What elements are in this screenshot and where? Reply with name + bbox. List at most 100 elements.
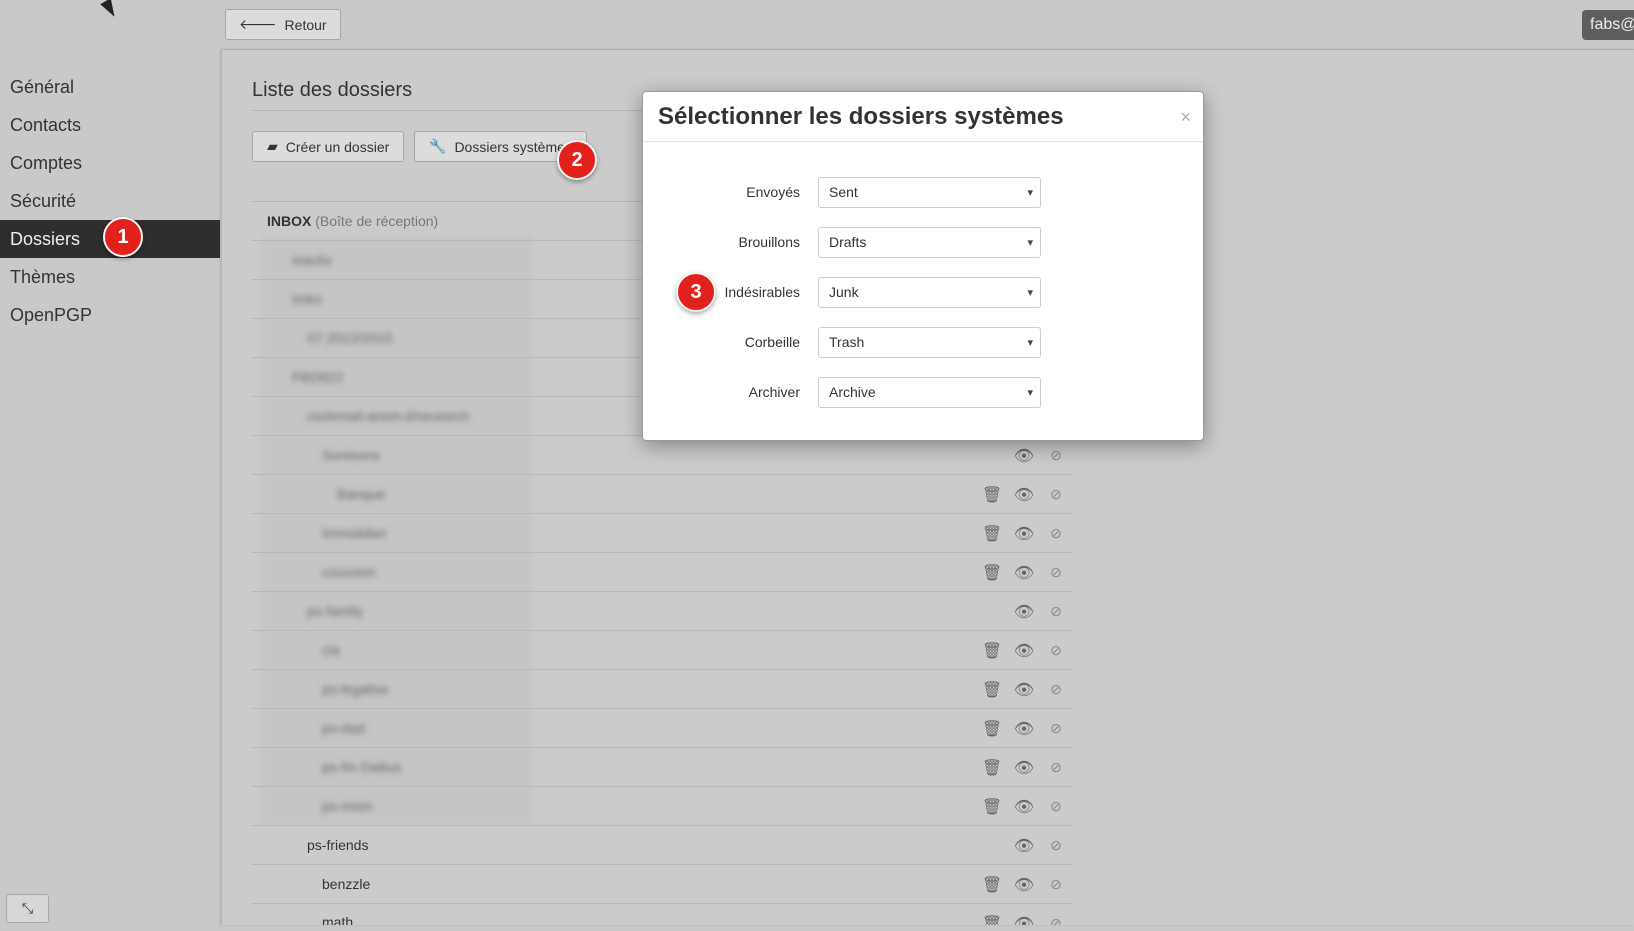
step-marker-2: 2 [557,140,597,180]
eye-icon[interactable]: 👁 [1008,914,1040,926]
folder-name: tmkn [292,291,323,307]
folder-row[interactable]: ps-dad 🗑 👁 ⊘ [252,709,1072,748]
sidebar-item-openpgp[interactable]: OpenPGP [0,296,220,334]
folder-name: Sonisons [322,447,380,463]
check-circle-icon[interactable]: ⊘ [1040,486,1072,503]
eye-icon[interactable]: 👁 [1008,563,1040,583]
back-button[interactable]: 🡐 Retour [225,9,341,40]
sidebar-item-label: OpenPGP [10,304,93,325]
page-title: Liste des dossiers [252,79,413,101]
drafts-folder-select[interactable]: Drafts ▾ [818,226,1041,258]
folder-name: FBD822 [292,369,344,385]
trash-icon[interactable]: 🗑 [976,524,1008,544]
eye-icon[interactable]: 👁 [1008,758,1040,778]
wrench-icon: 🔧 [429,138,447,154]
trash-icon[interactable]: 🗑 [976,485,1008,505]
folder-row[interactable]: ps-fm Dattus 🗑 👁 ⊘ [252,748,1072,787]
sidebar-item-accounts[interactable]: Comptes [0,144,220,182]
folder-row[interactable]: Sonisons 👁 ⊘ [252,436,1072,475]
folder-name: ps-dad [322,720,365,736]
check-circle-icon[interactable]: ⊘ [1040,720,1072,737]
chevron-down-icon: ▾ [1027,186,1033,199]
step-marker-3: 3 [676,272,716,312]
form-row-drafts: Brouillons Drafts ▾ [643,226,1205,258]
trash-icon[interactable]: 🗑 [976,875,1008,895]
select-value: Sent [829,184,858,200]
check-circle-icon[interactable]: ⊘ [1040,681,1072,698]
check-circle-icon[interactable]: ⊘ [1040,759,1072,776]
field-label: Brouillons [738,234,800,250]
eye-icon[interactable]: 👁 [1008,485,1040,505]
folder-row[interactable]: Immobilier 🗑 👁 ⊘ [252,514,1072,553]
chevron-down-icon: ▾ [1027,286,1033,299]
folder-row[interactable]: benzzle 🗑 👁 ⊘ [252,865,1072,904]
trash-icon[interactable]: 🗑 [976,680,1008,700]
eye-icon[interactable]: 👁 [1008,446,1040,466]
trash-icon[interactable]: 🗑 [976,914,1008,926]
folder-name: INBOX [267,213,312,229]
form-row-archive: Archiver Archive ▾ [643,376,1205,408]
check-circle-icon[interactable]: ⊘ [1040,798,1072,815]
trash-icon[interactable]: 🗑 [976,719,1008,739]
folder-name: 07.2012/2015 [307,330,393,346]
folder-row[interactable]: ps-friends 👁 ⊘ [252,826,1072,865]
eye-icon[interactable]: 👁 [1008,524,1040,544]
row-actions: 🗑 👁 ⊘ [976,475,1072,514]
settings-sidebar: Général Contacts Comptes Sécurité Dossie… [0,68,220,334]
eye-icon[interactable]: 👁 [1008,602,1040,622]
eye-icon[interactable]: 👁 [1008,836,1040,856]
eye-icon[interactable]: 👁 [1008,641,1040,661]
junk-folder-select[interactable]: Junk ▾ [818,276,1041,308]
folder-name: math [322,914,354,925]
row-actions: 🗑 👁 ⊘ [976,514,1072,553]
folder-row[interactable]: ps-mom 🗑 👁 ⊘ [252,787,1072,826]
row-actions: 👁 ⊘ [1008,436,1072,475]
create-folder-button[interactable]: ▰ Créer un dossier [252,131,405,162]
eye-icon[interactable]: 👁 [1008,680,1040,700]
sidebar-item-security[interactable]: Sécurité [0,182,220,220]
sent-folder-select[interactable]: Sent ▾ [818,176,1041,208]
check-circle-icon[interactable]: ⊘ [1040,642,1072,659]
folder-row[interactable]: ps-family 👁 ⊘ [252,592,1072,631]
sidebar-item-themes[interactable]: Thèmes [0,258,220,296]
sidebar-item-label: Comptes [10,152,83,173]
folder-name: inactiv [292,252,332,268]
folder-row[interactable]: cla 🗑 👁 ⊘ [252,631,1072,670]
check-circle-icon[interactable]: ⊘ [1040,525,1072,542]
folder-row[interactable]: math 🗑 👁 ⊘ [252,904,1072,925]
chevron-down-icon: ▾ [1027,386,1033,399]
folder-row[interactable]: couvrem 🗑 👁 ⊘ [252,553,1072,592]
field-label: Indésirables [724,284,801,300]
close-icon[interactable]: × [1180,107,1191,128]
eye-icon[interactable]: 👁 [1008,875,1040,895]
user-badge[interactable]: fabs@ [1582,10,1634,40]
arrow-left-icon: 🡐 [239,16,277,32]
check-circle-icon[interactable]: ⊘ [1040,837,1072,854]
trash-icon[interactable]: 🗑 [976,563,1008,583]
chevron-down-icon: ▾ [1027,236,1033,249]
check-circle-icon[interactable]: ⊘ [1040,603,1072,620]
folder-row[interactable]: Banque 🗑 👁 ⊘ [252,475,1072,514]
trash-folder-select[interactable]: Trash ▾ [818,326,1041,358]
eye-icon[interactable]: 👁 [1008,797,1040,817]
sidebar-item-contacts[interactable]: Contacts [0,106,220,144]
trash-icon[interactable]: 🗑 [976,797,1008,817]
modal-title: Sélectionner les dossiers systèmes [658,102,1064,130]
form-row-junk: Indésirables Junk ▾ [643,276,1205,308]
collapse-button[interactable]: ⤡ [6,894,49,923]
folder-row[interactable]: ps-legalise 🗑 👁 ⊘ [252,670,1072,709]
trash-icon[interactable]: 🗑 [976,641,1008,661]
check-circle-icon[interactable]: ⊘ [1040,447,1072,464]
archive-folder-select[interactable]: Archive ▾ [818,376,1041,408]
select-value: Trash [829,334,865,350]
row-actions: 🗑 👁 ⊘ [976,709,1072,748]
sidebar-item-general[interactable]: Général [0,68,220,106]
collapse-arrows-icon: ⤡ [21,900,34,916]
check-circle-icon[interactable]: ⊘ [1040,564,1072,581]
back-button-label: Retour [284,16,327,33]
check-circle-icon[interactable]: ⊘ [1040,876,1072,893]
trash-icon[interactable]: 🗑 [976,758,1008,778]
system-folders-modal: Sélectionner les dossiers systèmes × Env… [642,91,1204,441]
check-circle-icon[interactable]: ⊘ [1040,915,1072,925]
eye-icon[interactable]: 👁 [1008,719,1040,739]
